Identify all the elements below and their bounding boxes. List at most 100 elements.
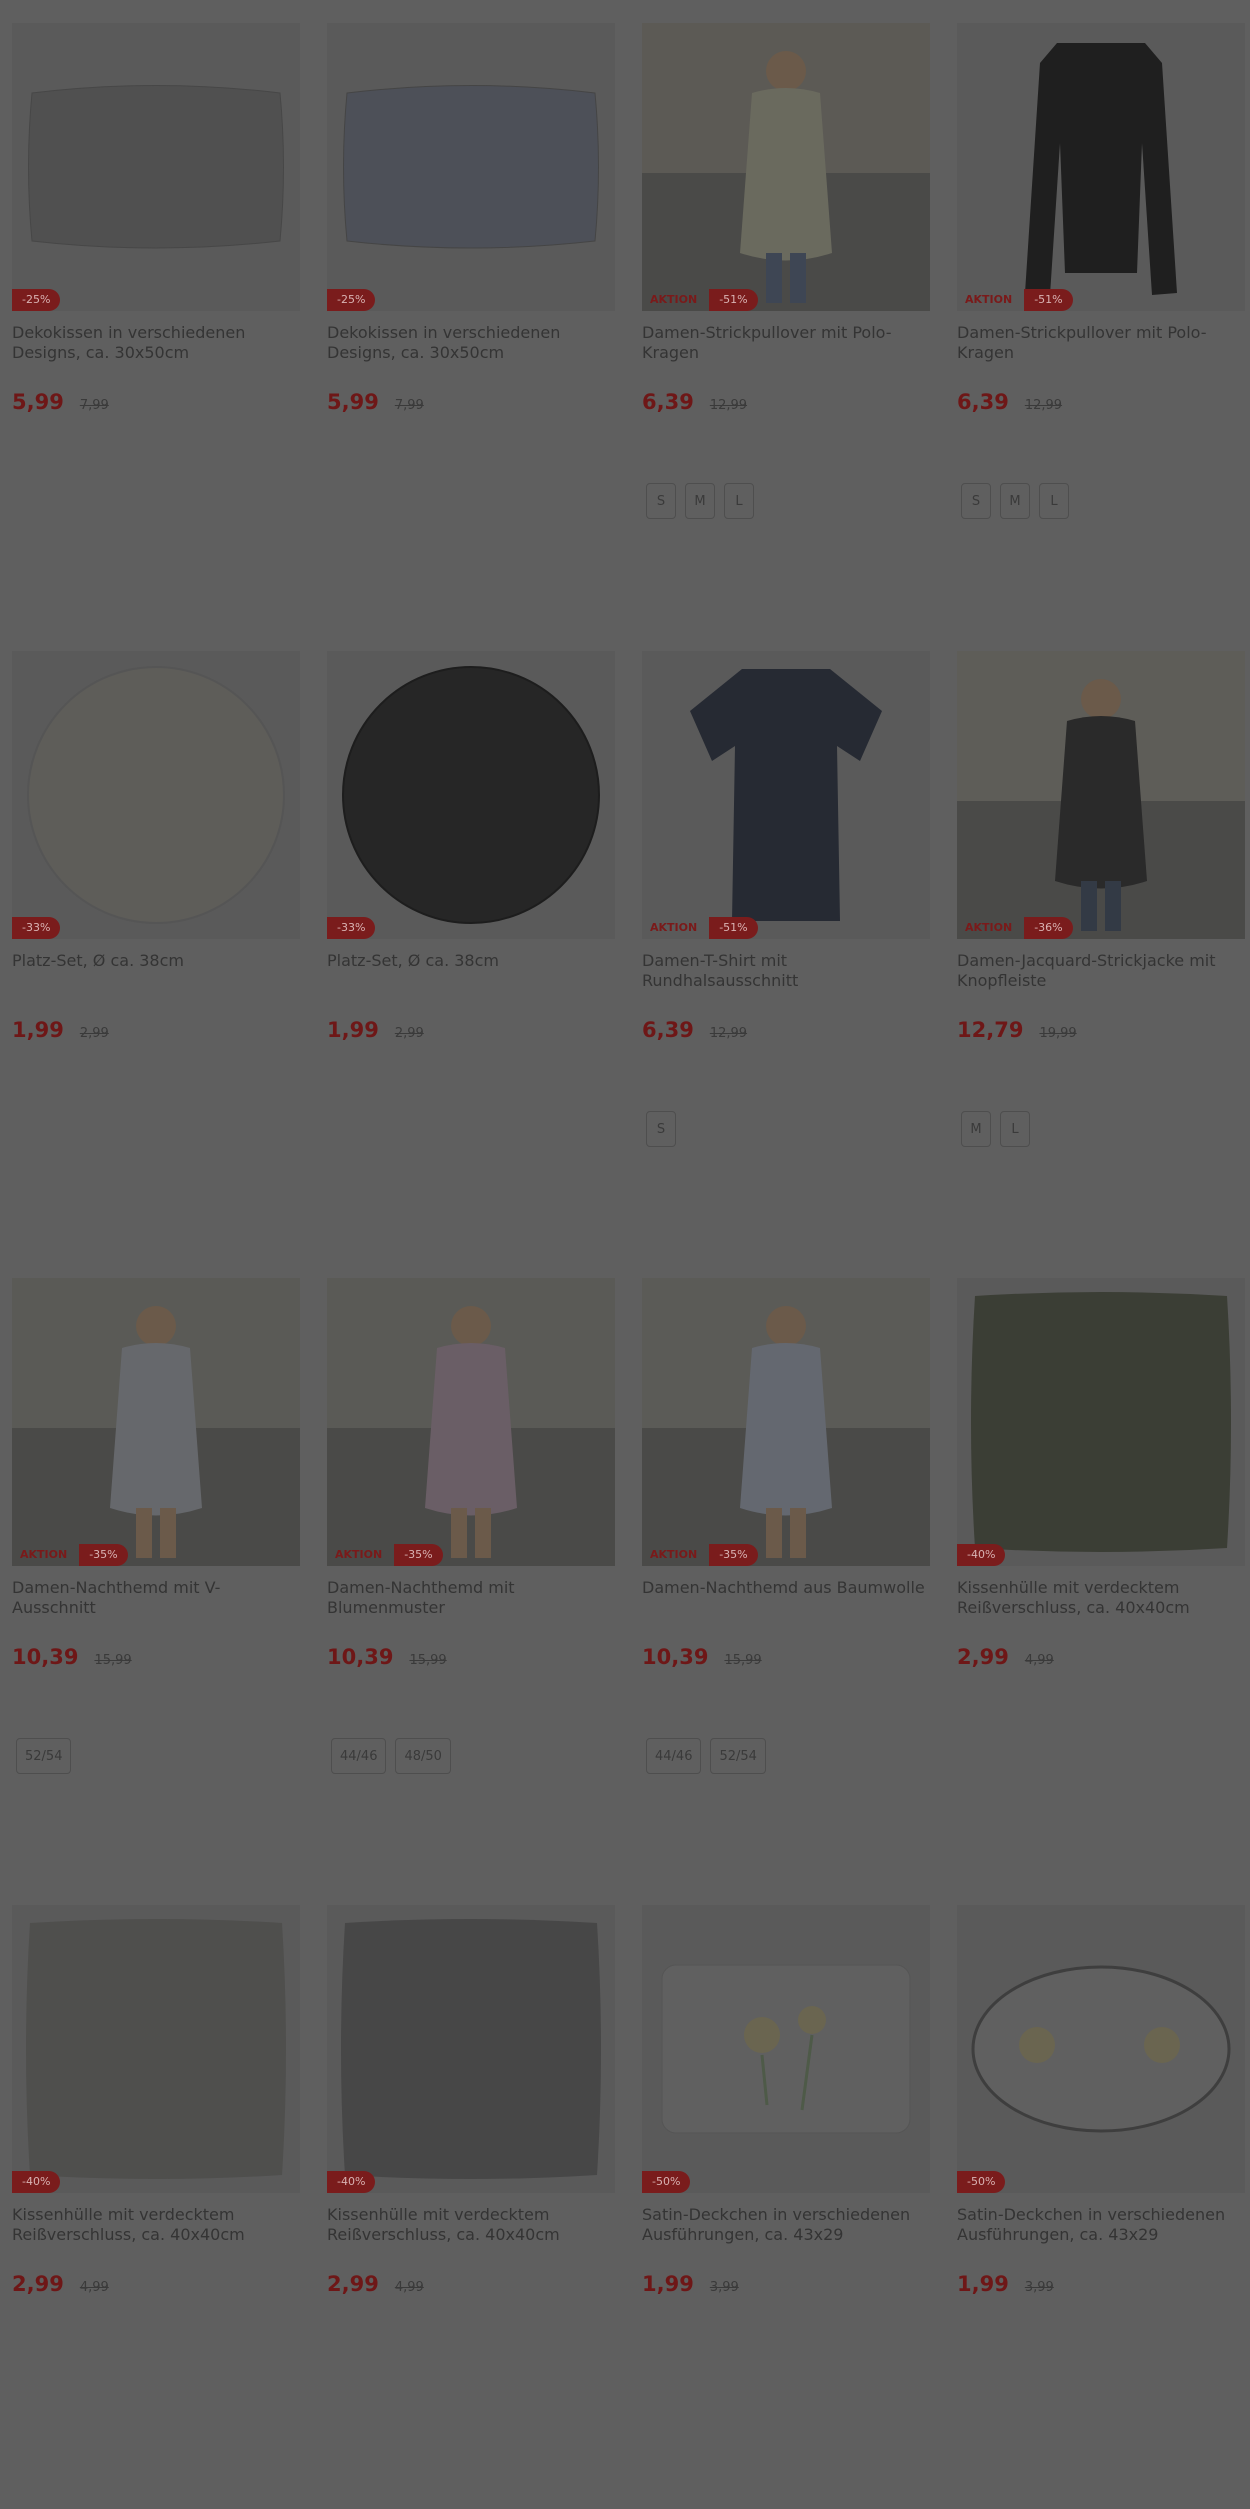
product-title[interactable]: Platz-Set, Ø ca. 38cm	[327, 951, 615, 991]
size-option[interactable]: S	[646, 483, 676, 519]
current-price: 10,39	[327, 1645, 394, 1669]
product-card[interactable]: AKTION -35% Damen-Nachthemd mit Blumenmust…	[327, 1278, 615, 1774]
product-image[interactable]: -33%	[327, 651, 615, 939]
product-title[interactable]: Damen-Jacquard-Strickjacke mit Knopfleis…	[957, 951, 1245, 991]
current-price: 6,39	[642, 1018, 694, 1042]
size-selector: SML	[961, 483, 1069, 519]
old-price: 4,99	[1024, 1653, 1054, 1668]
size-option[interactable]: S	[646, 1111, 676, 1147]
product-title[interactable]: Satin-Deckchen in verschiedenen Ausführu…	[642, 2205, 930, 2245]
old-price: 12,99	[709, 1026, 748, 1041]
old-price: 19,99	[1039, 1026, 1077, 1041]
discount-badge: -50%	[642, 2171, 691, 2193]
product-title[interactable]: Damen-Nachthemd mit Blumenmuster	[327, 1578, 615, 1618]
size-option[interactable]: 52/54	[16, 1738, 72, 1774]
product-image[interactable]: AKTION -35%	[12, 1278, 300, 1566]
product-image[interactable]: AKTION -36%	[957, 651, 1245, 939]
size-option[interactable]: M	[961, 1111, 991, 1147]
product-title[interactable]: Damen-T-Shirt mit Rundhalsausschnitt	[642, 951, 930, 991]
size-option[interactable]: 52/54	[710, 1738, 766, 1774]
product-image[interactable]: AKTION -35%	[327, 1278, 615, 1566]
product-card[interactable]: -50% Satin-Deckchen in verschiedenen Ausf…	[957, 1905, 1245, 2296]
old-price: 12,99	[1024, 398, 1063, 413]
old-price: 7,99	[79, 398, 109, 413]
current-price: 1,99	[327, 1018, 379, 1042]
product-image[interactable]: AKTION -51%	[642, 23, 930, 311]
size-option[interactable]: L	[1039, 483, 1069, 519]
size-option[interactable]: 48/50	[395, 1738, 451, 1774]
product-card[interactable]: AKTION -36% Damen-Jacquard-Strickjacke mit…	[957, 651, 1245, 1147]
size-option[interactable]: S	[961, 483, 991, 519]
price-row: 1,99 3,99	[957, 2272, 1245, 2296]
discount-badge: -33%	[12, 917, 61, 939]
current-price: 1,99	[12, 1018, 64, 1042]
discount-badge: -40%	[12, 2171, 61, 2193]
old-price: 12,99	[709, 398, 748, 413]
product-image[interactable]: -40%	[327, 1905, 615, 2193]
discount-badge: -51%	[1024, 289, 1073, 311]
product-title[interactable]: Kissenhülle mit verdecktem Reißverschlus…	[12, 2205, 300, 2245]
product-card[interactable]: -50% Satin-Deckchen in verschiedenen Ausf…	[642, 1905, 930, 2296]
product-card[interactable]: -40% Kissenhülle mit verdecktem Reißversc…	[12, 1905, 300, 2296]
product-card[interactable]: -25% Dekokissen in verschiedenen Designs,…	[327, 23, 615, 414]
product-card[interactable]: -40% Kissenhülle mit verdecktem Reißversc…	[957, 1278, 1245, 1669]
old-price: 2,99	[394, 1026, 424, 1041]
product-title[interactable]: Damen-Strickpullover mit Polo-Kragen	[957, 323, 1245, 363]
product-card[interactable]: -33% Platz-Set, Ø ca. 38cm 1,99 2,99	[12, 651, 300, 1042]
size-option[interactable]: 44/46	[646, 1738, 702, 1774]
price-row: 10,39 15,99	[327, 1645, 615, 1669]
product-image[interactable]: AKTION -51%	[642, 651, 930, 939]
product-image[interactable]: -50%	[957, 1905, 1245, 2193]
product-image[interactable]: -40%	[957, 1278, 1245, 1566]
product-title[interactable]: Damen-Strickpullover mit Polo-Kragen	[642, 323, 930, 363]
old-price: 4,99	[79, 2280, 109, 2295]
size-option[interactable]: 44/46	[331, 1738, 387, 1774]
badge-group: AKTION -35%	[327, 1544, 443, 1566]
product-card[interactable]: AKTION -51% Damen-T-Shirt mit Rundhalsauss…	[642, 651, 930, 1147]
product-title[interactable]: Kissenhülle mit verdecktem Reißverschlus…	[957, 1578, 1245, 1618]
product-title[interactable]: Dekokissen in verschiedenen Designs, ca.…	[327, 323, 615, 363]
product-image[interactable]: -25%	[327, 23, 615, 311]
product-image[interactable]: AKTION -51%	[957, 23, 1245, 311]
aktion-badge: AKTION	[965, 293, 1013, 306]
product-title[interactable]: Damen-Nachthemd mit V-Ausschnitt	[12, 1578, 300, 1618]
product-title[interactable]: Dekokissen in verschiedenen Designs, ca.…	[12, 323, 300, 363]
product-card[interactable]: AKTION -35% Damen-Nachthemd aus Baumwolle 1…	[642, 1278, 930, 1774]
product-image[interactable]: -40%	[12, 1905, 300, 2193]
old-price: 3,99	[1024, 2280, 1054, 2295]
price-row: 2,99 4,99	[327, 2272, 615, 2296]
product-card[interactable]: AKTION -35% Damen-Nachthemd mit V-Ausschni…	[12, 1278, 300, 1774]
product-image[interactable]: -50%	[642, 1905, 930, 2193]
current-price: 6,39	[642, 390, 694, 414]
badge-group: -25%	[327, 289, 376, 311]
product-title[interactable]: Satin-Deckchen in verschiedenen Ausführu…	[957, 2205, 1245, 2245]
product-card[interactable]: -25% Dekokissen in verschiedenen Designs,…	[12, 23, 300, 414]
discount-badge: -25%	[12, 289, 61, 311]
product-title[interactable]: Damen-Nachthemd aus Baumwolle	[642, 1578, 930, 1618]
badge-group: AKTION -36%	[957, 917, 1073, 939]
current-price: 12,79	[957, 1018, 1024, 1042]
badge-group: -40%	[957, 1544, 1006, 1566]
product-card[interactable]: -33% Platz-Set, Ø ca. 38cm 1,99 2,99	[327, 651, 615, 1042]
product-card[interactable]: -40% Kissenhülle mit verdecktem Reißversc…	[327, 1905, 615, 2296]
product-card[interactable]: AKTION -51% Damen-Strickpullover mit Polo-…	[957, 23, 1245, 519]
discount-badge: -51%	[709, 289, 758, 311]
current-price: 10,39	[12, 1645, 79, 1669]
size-option[interactable]: M	[685, 483, 715, 519]
product-title[interactable]: Platz-Set, Ø ca. 38cm	[12, 951, 300, 991]
size-option[interactable]: M	[1000, 483, 1030, 519]
product-image[interactable]: -25%	[12, 23, 300, 311]
price-row: 6,39 12,99	[957, 390, 1245, 414]
product-card[interactable]: AKTION -51% Damen-Strickpullover mit Polo-…	[642, 23, 930, 519]
aktion-badge: AKTION	[335, 1548, 383, 1561]
product-image[interactable]: -33%	[12, 651, 300, 939]
discount-badge: -35%	[394, 1544, 443, 1566]
size-option[interactable]: L	[1000, 1111, 1030, 1147]
price-row: 6,39 12,99	[642, 390, 930, 414]
price-row: 2,99 4,99	[12, 2272, 300, 2296]
badge-group: -40%	[12, 2171, 61, 2193]
product-image[interactable]: AKTION -35%	[642, 1278, 930, 1566]
badge-group: -50%	[957, 2171, 1006, 2193]
size-option[interactable]: L	[724, 483, 754, 519]
product-title[interactable]: Kissenhülle mit verdecktem Reißverschlus…	[327, 2205, 615, 2245]
